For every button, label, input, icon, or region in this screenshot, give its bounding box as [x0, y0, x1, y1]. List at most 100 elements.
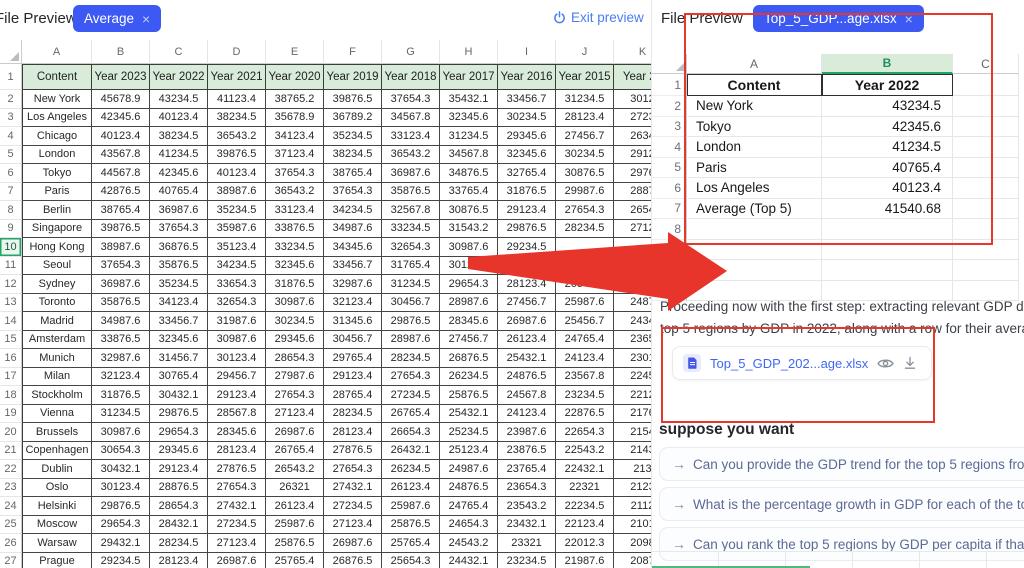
cell[interactable]: 32654.3: [208, 293, 266, 312]
cell[interactable]: 26765.4: [266, 441, 324, 460]
cell[interactable]: 24543.2: [440, 534, 498, 553]
cell[interactable]: 37654.3: [266, 164, 324, 183]
cell[interactable]: 28432.1: [150, 515, 208, 534]
cell[interactable]: 24876.5: [440, 478, 498, 497]
cell[interactable]: 26987.6: [556, 256, 614, 275]
header-cell[interactable]: Year 2022: [150, 64, 208, 90]
cell[interactable]: 27456.7: [556, 127, 614, 146]
cell[interactable]: Oslo: [22, 478, 92, 497]
cell[interactable]: Singapore: [22, 219, 92, 238]
cell[interactable]: 28654.3: [150, 497, 208, 516]
cell[interactable]: 31876.5: [266, 275, 324, 294]
cell[interactable]: 35234.5: [208, 201, 266, 220]
cell[interactable]: 26876.5: [324, 552, 382, 568]
row-number[interactable]: 15: [0, 330, 22, 349]
cell[interactable]: 25876.5: [440, 386, 498, 405]
cell[interactable]: 23654.3: [498, 478, 556, 497]
cell[interactable]: 33234.5: [266, 238, 324, 257]
cell[interactable]: 32987.6: [324, 275, 382, 294]
column-header-J[interactable]: J: [556, 40, 614, 64]
cell[interactable]: Munich: [22, 349, 92, 368]
cell[interactable]: Chicago: [22, 127, 92, 146]
row-number[interactable]: 8: [0, 201, 22, 220]
cell[interactable]: 2587: [614, 256, 652, 275]
cell[interactable]: 27654.3: [266, 386, 324, 405]
tab-top5-gdp-file[interactable]: Top_5_GDP...age.xlsx ×: [753, 5, 924, 32]
cell[interactable]: 33456.7: [498, 90, 556, 109]
cell[interactable]: Amsterdam: [22, 330, 92, 349]
cell[interactable]: New York: [687, 96, 822, 117]
column-header-A[interactable]: A: [22, 40, 92, 64]
cell[interactable]: 25432.1: [440, 404, 498, 423]
cell[interactable]: 34123.4: [150, 293, 208, 312]
cell[interactable]: 28987.6: [382, 330, 440, 349]
row-number[interactable]: 17: [0, 367, 22, 386]
column-header-G[interactable]: G: [382, 40, 440, 64]
cell[interactable]: 41234.5: [150, 145, 208, 164]
row-number[interactable]: 3: [652, 116, 687, 137]
cell[interactable]: 23543.2: [498, 497, 556, 516]
cell[interactable]: 45678.9: [92, 90, 150, 109]
cell[interactable]: 40123.4: [208, 164, 266, 183]
row-number[interactable]: 18: [0, 386, 22, 405]
cell[interactable]: 38765.4: [92, 201, 150, 220]
cell[interactable]: 37654.3: [150, 219, 208, 238]
cell[interactable]: 32345.6: [266, 256, 324, 275]
cell[interactable]: 22876.5: [556, 404, 614, 423]
cell[interactable]: 34987.6: [324, 219, 382, 238]
cell[interactable]: 33876.5: [92, 330, 150, 349]
cell[interactable]: 30987.6: [266, 293, 324, 312]
cell[interactable]: 32345.6: [498, 145, 556, 164]
cell[interactable]: Paris: [687, 157, 822, 178]
row-number[interactable]: 9: [652, 239, 687, 260]
cell[interactable]: 35876.5: [382, 182, 440, 201]
cell[interactable]: 36543.2: [382, 145, 440, 164]
row-number[interactable]: 14: [0, 312, 22, 331]
cell[interactable]: [953, 239, 1019, 260]
cell[interactable]: 27654.3: [556, 201, 614, 220]
cell[interactable]: 32345.6: [440, 108, 498, 127]
cell[interactable]: 30432.1: [92, 460, 150, 479]
column-header-D[interactable]: D: [208, 40, 266, 64]
column-header-B[interactable]: B: [92, 40, 150, 64]
cell[interactable]: 28234.5: [150, 534, 208, 553]
cell[interactable]: Tokyo: [687, 116, 822, 137]
cell[interactable]: 30765.4: [150, 367, 208, 386]
header-cell[interactable]: Year 2018: [382, 64, 440, 90]
cell[interactable]: 30234.5: [556, 145, 614, 164]
cell[interactable]: 25876.5: [382, 515, 440, 534]
column-header-B[interactable]: B: [822, 54, 953, 74]
cell[interactable]: 39876.5: [208, 145, 266, 164]
cell[interactable]: 28234.5: [382, 349, 440, 368]
cell[interactable]: 34987.6: [92, 312, 150, 331]
cell[interactable]: 25987.6: [556, 293, 614, 312]
cell[interactable]: [687, 219, 822, 240]
cell[interactable]: 2101: [614, 515, 652, 534]
cell[interactable]: 22654.3: [556, 423, 614, 442]
cell[interactable]: 30123.4: [440, 256, 498, 275]
cell[interactable]: 36876.5: [150, 238, 208, 257]
cell[interactable]: Seoul: [22, 256, 92, 275]
cell[interactable]: 31456.7: [150, 349, 208, 368]
cell[interactable]: 2112: [614, 497, 652, 516]
header-cell[interactable]: Year 2019: [324, 64, 382, 90]
cell[interactable]: 31765.4: [382, 256, 440, 275]
cell[interactable]: Paris: [22, 182, 92, 201]
cell[interactable]: 31876.5: [498, 182, 556, 201]
cell[interactable]: 24876.5: [498, 367, 556, 386]
cell[interactable]: 33234.5: [382, 219, 440, 238]
cell[interactable]: 41540.68: [822, 198, 953, 219]
cell[interactable]: [687, 260, 822, 281]
cell[interactable]: 37654.3: [382, 90, 440, 109]
cell[interactable]: 36789.2: [324, 108, 382, 127]
cell[interactable]: 28876.5: [150, 478, 208, 497]
cell[interactable]: 40765.4: [150, 182, 208, 201]
cell[interactable]: 26876.5: [440, 349, 498, 368]
row-number[interactable]: 2: [652, 96, 687, 117]
cell[interactable]: 32123.4: [324, 293, 382, 312]
cell[interactable]: 30456.7: [324, 330, 382, 349]
cell[interactable]: 25456.7: [556, 312, 614, 331]
cell[interactable]: 37654.3: [324, 182, 382, 201]
cell[interactable]: 35234.5: [324, 127, 382, 146]
cell[interactable]: [822, 219, 953, 240]
